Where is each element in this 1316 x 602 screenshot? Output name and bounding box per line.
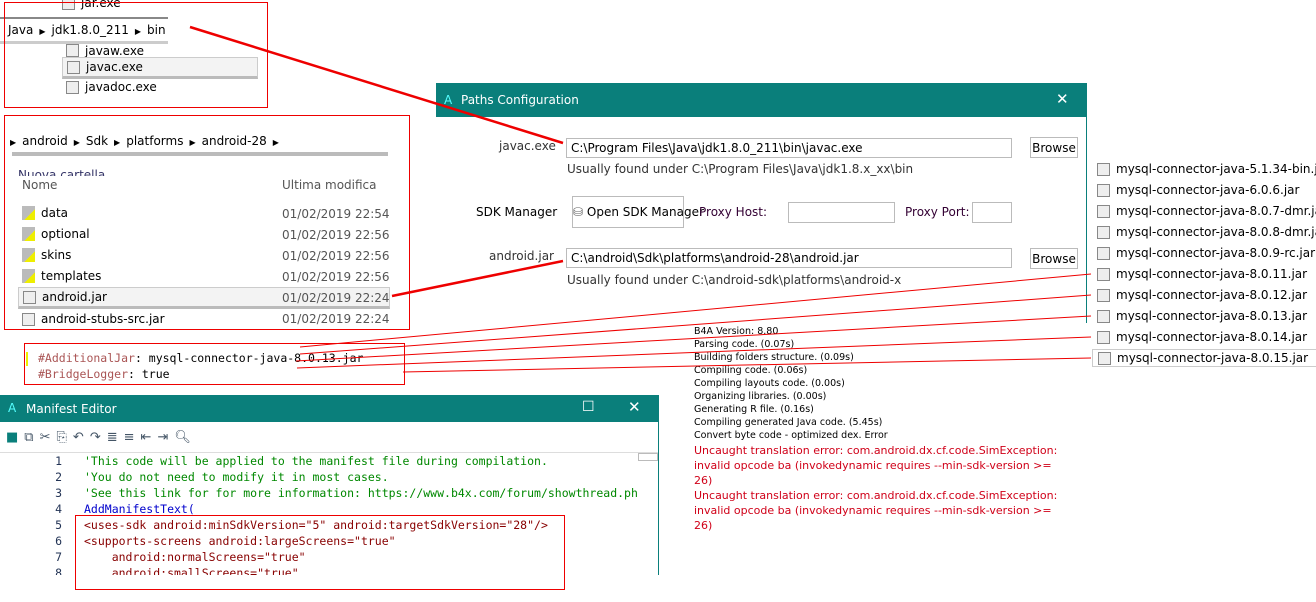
error-message: Uncaught translation error: com.android.… [694, 489, 1058, 532]
log-line: Organizing libraries. (0.00s) [694, 391, 827, 402]
outdent-icon[interactable]: ⇤ [141, 430, 158, 445]
log-line: Convert byte code - optimized dex. Error [694, 430, 888, 441]
uncomment-icon[interactable]: ≡ [124, 430, 141, 445]
find-icon[interactable]: 🔍︎ [174, 430, 197, 445]
log-line: Parsing code. (0.07s) [694, 339, 795, 350]
line-number: 6 [55, 534, 62, 548]
android-browse-button[interactable]: Browse [1030, 248, 1078, 269]
file-name: mysql-connector-java-8.0.15.jar [1117, 351, 1309, 365]
list-item[interactable]: mysql-connector-java-5.1.34-bin.jar [1097, 162, 1316, 176]
line-number: 7 [55, 550, 62, 564]
list-item[interactable]: mysql-connector-java-6.0.6.jar [1097, 183, 1299, 197]
jar-file-icon [1097, 267, 1110, 281]
paths-configuration-dialog: A Paths Configuration ✕ javac.exe C:\Pro… [436, 83, 1087, 323]
list-item[interactable]: mysql-connector-java-8.0.13.jar [1097, 309, 1307, 323]
list-item[interactable]: mysql-connector-java-8.0.11.jar [1097, 267, 1307, 281]
jar-file-icon [1097, 183, 1110, 197]
close-icon[interactable]: ✕ [628, 398, 641, 416]
comment-icon[interactable]: ≣ [107, 430, 124, 445]
javac-path-input[interactable]: C:\Program Files\Java\jdk1.8.0_211\bin\j… [566, 138, 1012, 158]
log-line: Generating R file. (0.16s) [694, 404, 814, 415]
indent-icon[interactable]: ⇥ [157, 430, 174, 445]
list-item[interactable]: mysql-connector-java-8.0.9-rc.jar [1097, 246, 1315, 260]
save-icon[interactable]: ■ [6, 430, 24, 445]
file-name: mysql-connector-java-8.0.11.jar [1116, 267, 1308, 281]
jar-file-icon [1097, 225, 1110, 239]
paste-icon[interactable]: ⎘ [57, 430, 73, 445]
error-message: Uncaught translation error: com.android.… [694, 444, 1058, 487]
code-line: AddManifestText( [84, 502, 195, 516]
log-line: Building folders structure. (0.09s) [694, 352, 854, 363]
sdk-icon: ⛁ [573, 205, 587, 219]
redo-icon[interactable]: ↷ [90, 430, 107, 445]
jar-file-icon [1098, 351, 1111, 365]
b4a-logo-icon: A [444, 93, 453, 107]
code-line: 'This code will be applied to the manife… [84, 454, 548, 468]
jar-file-icon [1097, 309, 1110, 323]
jar-file-icon [1097, 204, 1110, 218]
file-name: mysql-connector-java-8.0.7-dmr.jar [1116, 204, 1316, 218]
file-name: mysql-connector-java-8.0.12.jar [1116, 288, 1308, 302]
undo-icon[interactable]: ↶ [73, 430, 90, 445]
cut-icon[interactable]: ✂ [40, 430, 57, 445]
proxy-host-input[interactable] [788, 202, 895, 223]
list-item[interactable]: mysql-connector-java-8.0.7-dmr.jar [1097, 204, 1316, 218]
close-icon[interactable]: ✕ [1056, 90, 1069, 108]
line-number: 1 [55, 454, 62, 468]
dialog-title: Paths Configuration [461, 93, 579, 107]
list-item[interactable]: mysql-connector-java-8.0.8-dmr.jar [1097, 225, 1316, 239]
jar-file-icon [1097, 246, 1110, 260]
file-name: mysql-connector-java-8.0.13.jar [1116, 309, 1308, 323]
file-name: mysql-connector-java-8.0.8-dmr.jar [1116, 225, 1316, 239]
file-name: mysql-connector-java-8.0.9-rc.jar [1116, 246, 1316, 260]
javac-hint: Usually found under C:\Program Files\Jav… [567, 162, 914, 176]
line-number: 2 [55, 470, 62, 484]
b4a-logo-icon: A [8, 401, 17, 415]
jar-file-icon [1097, 330, 1110, 344]
open-sdk-manager-button[interactable]: ⛁ Open SDK Manager [572, 196, 704, 228]
line-number: 3 [55, 486, 62, 500]
log-line: B4A Version: 8.80 [694, 326, 779, 337]
line-number: 8 [55, 566, 62, 575]
list-item[interactable]: mysql-connector-java-8.0.14.jar [1097, 330, 1307, 344]
file-name: mysql-connector-java-8.0.14.jar [1116, 330, 1308, 344]
line-number: 5 [55, 518, 62, 532]
list-item[interactable]: mysql-connector-java-8.0.12.jar [1097, 288, 1307, 302]
log-line: Compiling code. (0.06s) [694, 365, 808, 376]
list-item-selected[interactable]: mysql-connector-java-8.0.15.jar [1092, 349, 1316, 367]
window-title: Manifest Editor [26, 402, 117, 416]
annotation-box [4, 2, 268, 108]
log-line: Compiling generated Java code. (5.45s) [694, 417, 883, 428]
jar-file-icon [1097, 162, 1110, 176]
jar-file-icon [1097, 288, 1110, 302]
scrollbar[interactable] [638, 453, 658, 461]
android-jar-label: android.jar [489, 249, 554, 263]
maximize-icon[interactable]: ☐ [582, 399, 595, 415]
code-line: 'See this link for for more information:… [84, 486, 638, 500]
button-label: Open SDK Manager [586, 205, 704, 219]
file-name: mysql-connector-java-6.0.6.jar [1116, 183, 1300, 197]
line-number: 4 [55, 502, 62, 516]
annotation-box [24, 343, 405, 385]
proxy-port-label: Proxy Port: [905, 205, 970, 219]
android-jar-hint: Usually found under C:\android-sdk\platf… [567, 273, 902, 287]
android-jar-path-input[interactable]: C:\android\Sdk\platforms\android-28\andr… [566, 248, 1012, 268]
copy-icon[interactable]: ⧉ [24, 430, 39, 445]
log-line: Compiling layouts code. (0.00s) [694, 378, 845, 389]
file-name: mysql-connector-java-5.1.34-bin.jar [1116, 162, 1316, 176]
annotation-box [75, 515, 565, 590]
code-line: 'You do not need to modify it in most ca… [84, 470, 389, 484]
proxy-port-input[interactable] [972, 202, 1012, 223]
sdk-manager-label: SDK Manager [476, 205, 558, 219]
javac-label: javac.exe [499, 139, 556, 153]
javac-browse-button[interactable]: Browse [1030, 137, 1078, 158]
annotation-box [4, 115, 410, 330]
proxy-host-label: Proxy Host: [699, 205, 768, 219]
